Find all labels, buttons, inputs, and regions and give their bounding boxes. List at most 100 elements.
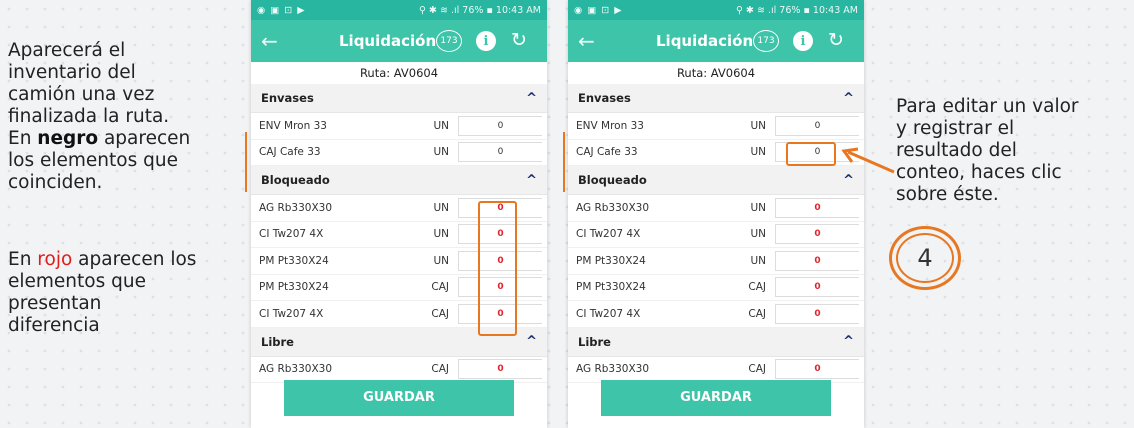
quantity-input[interactable]: 0 [775,359,859,380]
instruction-line: Para editar un valor [896,96,1079,117]
phone-screenshot-after: ◉ ▣ ⊡ ▶ ⚲ ✱ ≋ .ıl 76% ▪ 10:43 AM ← Liqui… [568,0,864,428]
item-unit: UN [750,146,766,159]
refresh-icon[interactable]: ↻ [511,29,527,51]
chevron-up-icon[interactable]: ^ [843,91,854,106]
status-bar: ◉ ▣ ⊡ ▶ ⚲ ✱ ≋ .ıl 76% ▪ 10:43 AM [568,0,864,20]
item-name: CI Tw207 4X [259,307,324,320]
item-name: PM Pt330X24 [259,281,329,294]
chevron-up-icon[interactable]: ^ [526,173,537,188]
item-unit: UN [750,119,766,132]
section-header[interactable]: Bloqueado ^ [251,166,547,195]
count-badge: 173 [753,30,779,52]
inventory-row: CI Tw207 4X CAJ 0 [568,301,864,328]
refresh-icon[interactable]: ↻ [828,29,844,51]
status-bar: ◉ ▣ ⊡ ▶ ⚲ ✱ ≋ .ıl 76% ▪ 10:43 AM [251,0,547,20]
inventory-row: ENV Mron 33 UN 0 [568,113,864,140]
step-number-badge: 4 [889,226,961,290]
rojo-keyword: rojo [37,249,73,270]
quantity-input[interactable]: 0 [775,224,859,245]
intro-fragment: En [8,128,38,149]
section-header[interactable]: Libre ^ [568,327,864,357]
chevron-up-icon[interactable]: ^ [843,334,854,349]
app-toolbar: ← Liquidación 173 i ↻ [251,20,547,62]
quantity-input[interactable]: 0 [775,197,859,218]
negro-keyword: negro [37,128,99,149]
item-unit: UN [433,254,449,267]
rojo-line: elementos que [8,271,146,292]
quantity-input[interactable]: 0 [775,250,859,271]
app-toolbar: ← Liquidación 173 i ↻ [568,20,864,62]
item-unit: CAJ [748,363,766,376]
section-header[interactable]: Envases ^ [568,84,864,113]
instruction-line: y registrar el [896,118,1015,139]
edit-instruction-text: Para editar un valor y registrar el resu… [896,96,1128,206]
item-name: AG Rb330X30 [259,201,333,214]
save-button[interactable]: GUARDAR [601,380,831,416]
quantity-input[interactable]: 0 [458,115,542,136]
item-unit: CAJ [431,307,449,320]
quantity-input[interactable]: 0 [775,303,859,324]
save-button[interactable]: GUARDAR [284,380,514,416]
inventory-row: PM Pt330X24 UN 0 [568,248,864,275]
chevron-up-icon[interactable]: ^ [526,334,537,349]
info-icon[interactable]: i [793,31,813,51]
rojo-line: En rojo aparecen los [8,249,248,271]
quantity-input[interactable]: 0 [775,277,859,298]
section-title: Bloqueado [261,173,330,187]
route-label: Ruta: AV0604 [359,66,439,80]
item-name: CI Tw207 4X [259,228,324,241]
inventory-row: CAJ Cafe 33 UN 0 [251,140,547,166]
rojo-line: diferencia [8,315,100,336]
route-label: Ruta: AV0604 [676,66,756,80]
inventory-row: PM Pt330X24 CAJ 0 [568,275,864,301]
status-right: ⚲ ✱ ≋ .ıl 76% ▪ 10:43 AM [419,4,541,16]
quantity-input[interactable]: 0 [458,359,542,380]
item-unit: CAJ [431,281,449,294]
section-header[interactable]: Envases ^ [251,84,547,113]
status-left-icons: ◉ ▣ ⊡ ▶ [574,4,623,16]
rojo-line: presentan [8,293,102,314]
intro-fragment: aparecen [98,128,191,149]
item-unit: UN [750,254,766,267]
chevron-up-icon[interactable]: ^ [526,91,537,106]
phone-screenshot-before: ◉ ▣ ⊡ ▶ ⚲ ✱ ≋ .ıl 76% ▪ 10:43 AM ← Liqui… [251,0,547,428]
intro-line: inventario del [8,62,136,83]
item-name: PM Pt330X24 [259,254,329,267]
back-arrow-icon[interactable]: ← [578,29,608,53]
instruction-line: conteo, haces clic [896,162,1062,183]
accent-bar [563,132,565,192]
highlight-diff-values [478,201,517,336]
highlight-edit-value [786,142,836,166]
section-title: Envases [578,91,631,105]
instruction-line: sobre éste. [896,184,999,205]
rojo-text: En rojo aparecen los elementos que prese… [8,249,248,337]
item-name: CI Tw207 4X [576,228,641,241]
section-title: Libre [261,334,294,349]
inventory-row: AG Rb330X30 UN 0 [568,195,864,222]
back-arrow-icon[interactable]: ← [261,29,291,53]
intro-line: Aparecerá el [8,40,126,61]
quantity-input[interactable]: 0 [458,142,542,163]
item-unit: UN [433,228,449,241]
intro-text: Aparecerá el inventario del camión una v… [8,40,248,194]
item-unit: UN [750,228,766,241]
item-name: AG Rb330X30 [576,363,650,376]
quantity-input[interactable]: 0 [775,115,859,136]
item-unit: UN [750,201,766,214]
inventory-row: CI Tw207 4X UN 0 [568,222,864,248]
section-list: Envases ^ ENV Mron 33 UN 0 CAJ Cafe 33 UN 0 Bloq… [568,84,864,383]
inventory-row: ENV Mron 33 UN 0 [251,113,547,140]
count-badge: 173 [436,30,462,52]
item-name: AG Rb330X30 [576,201,650,214]
item-name: PM Pt330X24 [576,254,646,267]
section-header[interactable]: Bloqueado ^ [568,166,864,195]
instruction-line: resultado del [896,140,1017,161]
info-icon[interactable]: i [476,31,496,51]
rojo-fragment: aparecen los [72,249,197,270]
item-unit: CAJ [431,363,449,376]
intro-line: En negro aparecen [8,128,248,150]
rojo-fragment: En [8,249,38,270]
step-number: 4 [917,244,933,272]
accent-bar [245,132,247,192]
item-name: ENV Mron 33 [259,119,327,132]
